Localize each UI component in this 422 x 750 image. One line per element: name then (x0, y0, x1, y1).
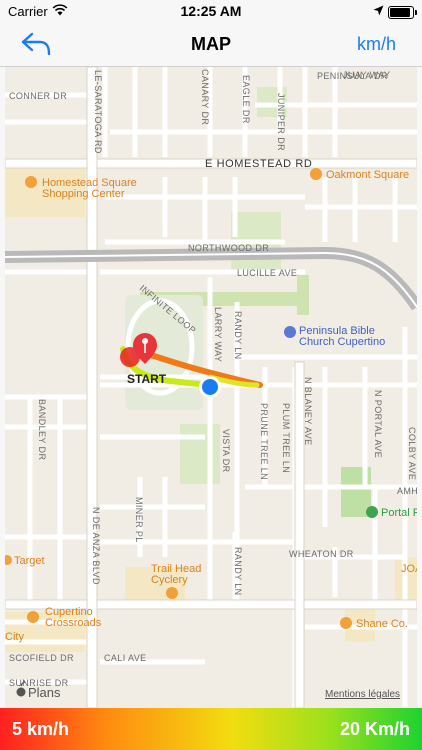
legend-min-speed: 5 km/h (12, 719, 70, 739)
street-label: CALI AVE (104, 653, 147, 663)
poi-label: Church Cupertino (299, 336, 385, 348)
church-icon (284, 326, 296, 338)
tree-icon (366, 506, 378, 518)
legend-max-speed: 20 Km/h (339, 719, 410, 739)
poi-label: Shopping Center (42, 188, 125, 200)
back-arrow-icon (21, 32, 51, 56)
blaney-avenue (294, 361, 305, 708)
street-label: CANARY DR (200, 69, 210, 125)
street-label: LARRY WAY (213, 307, 223, 362)
navigation-bar: MAP km/h (0, 22, 422, 67)
street-label: MINER PL (134, 497, 144, 543)
street-label: N DE ANZA BLVD (91, 507, 101, 585)
street-label: LUCILLE AVE (237, 268, 297, 278)
current-location-dot-icon (199, 376, 221, 398)
location-arrow-icon (373, 4, 384, 19)
street-label: WHEATON DR (289, 549, 354, 559)
poi-label: Crossroads (45, 617, 102, 629)
map-view[interactable]: LE-SARATOGA RD CONNER DR CANARY DR EAGLE… (5, 67, 417, 708)
street-label: RANDY LN (233, 311, 243, 360)
unit-toggle-button[interactable]: km/h (357, 34, 396, 55)
street-label: EAGLE DR (241, 75, 251, 124)
school-field (180, 424, 220, 484)
street-label: E HOMESTEAD RD (205, 158, 312, 170)
street-label: AMH (397, 486, 417, 496)
battery-icon (388, 6, 417, 19)
street-label: NORTHWOOD DR (188, 243, 269, 253)
poi-label: Cyclery (151, 574, 188, 586)
shopping-bag-icon (27, 611, 39, 623)
street-label: JUNIPER DR (276, 93, 286, 151)
shopping-bag-icon (25, 176, 37, 188)
green-strip (297, 275, 309, 315)
status-time: 12:25 AM (180, 3, 242, 19)
street-label: LE-SARATOGA RD (93, 70, 103, 154)
street-label: PRUNE TREE LN (259, 403, 269, 480)
street-label: CONNER DR (9, 91, 67, 101)
street-label: VISTA DR (221, 429, 231, 473)
street-label: N PORTAL AVE (373, 390, 383, 458)
street-label: PLUM TREE LN (281, 403, 291, 473)
poi-label: Portal P (381, 507, 417, 519)
street-label: N BLANEY AVE (303, 377, 313, 446)
ring-icon (340, 617, 352, 629)
poi-label: Shane Co. (356, 618, 408, 630)
street-label: JUAY WAY (343, 70, 390, 80)
status-bar: Carrier 12:25 AM (0, 0, 422, 22)
bicycle-icon (166, 587, 178, 599)
street-label: RANDY LN (233, 547, 243, 596)
start-label: START (127, 372, 167, 386)
poi-label: JOA (401, 563, 417, 575)
speed-legend: 5 km/h 20 Km/h (0, 708, 422, 750)
street-label: BANDLEY DR (37, 399, 47, 460)
legal-link[interactable]: Mentions légales (325, 689, 400, 700)
homestead-square-poi[interactable]: Homestead Square Shopping Center (25, 176, 137, 200)
map-attribution: Plans (28, 685, 61, 700)
back-button[interactable] (20, 30, 54, 58)
poi-label: Target (14, 555, 45, 567)
shopping-bag-icon (310, 168, 322, 180)
street-label: COLBY AVE (407, 427, 417, 480)
portal-park-poi[interactable]: Portal P (366, 506, 417, 519)
poi-label: Oakmont Square (326, 169, 409, 181)
street-label: SCOFIELD DR (9, 653, 74, 663)
poi-label: City (5, 631, 24, 643)
peninsula-bible-poi[interactable]: Peninsula Bible Church Cupertino (284, 325, 385, 348)
